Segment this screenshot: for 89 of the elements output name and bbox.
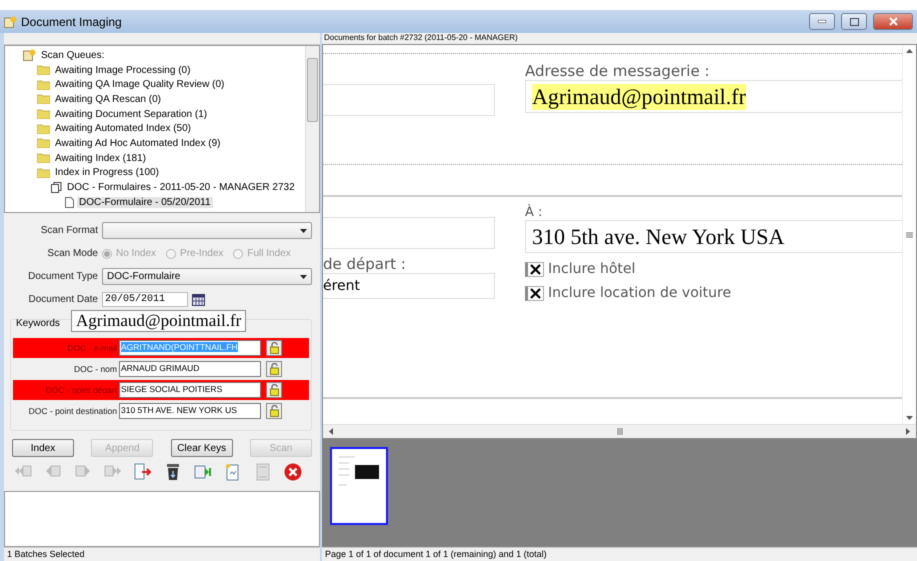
folder-icon (37, 80, 50, 90)
scan-format-dropdown[interactable] (102, 222, 312, 239)
minimize-button[interactable] (809, 13, 835, 30)
radio-label: Pre-Index (180, 248, 224, 259)
date-field[interactable]: 20/05/2011 (102, 292, 188, 307)
radio-label: No Index (116, 248, 156, 259)
checkbox-label: Inclure location de voiture (548, 285, 732, 301)
lock-button[interactable] (266, 403, 282, 419)
tree-item[interactable]: Awaiting Index (181) (53, 152, 148, 164)
folder-icon (37, 168, 50, 178)
tree-item[interactable]: Scan Queues: (39, 50, 106, 61)
append-document-icon[interactable] (194, 463, 212, 481)
folder-icon (37, 65, 50, 76)
folder-icon (37, 109, 50, 120)
padlock-icon (270, 363, 278, 375)
close-button[interactable] (873, 13, 913, 30)
action-button[interactable]: Clear Keys (170, 439, 233, 457)
move-page-icon[interactable] (134, 463, 152, 481)
padlock-icon (270, 342, 278, 354)
keyword-label: DOC - point départ (44, 385, 117, 395)
keyword-field[interactable]: SIEGE SOCIAL POITIERS (119, 382, 261, 398)
grip-icon (616, 428, 622, 435)
tree-item[interactable]: Awaiting Document Separation (1) (53, 108, 210, 120)
radio-button[interactable] (102, 248, 112, 258)
tree-item[interactable]: DOC - Formulaires - 2011-05-20 - MANAGER 2732 (65, 182, 297, 194)
address-field: 310 5th ave. New York USA (525, 220, 902, 253)
folder-icon (37, 153, 50, 164)
lock-button[interactable] (266, 382, 282, 398)
group-title: Keywords (16, 318, 60, 329)
radio-button[interactable] (166, 248, 176, 258)
status-text: Page 1 of 1 of document 1 of 1 (remaining) and 1 (total) (322, 547, 917, 561)
scrollbar[interactable] (902, 45, 916, 424)
scrollbar[interactable] (323, 424, 916, 438)
keyword-field[interactable]: ARNAUD GRIMAUD (119, 361, 261, 377)
document-icon (65, 196, 74, 208)
calendar-icon[interactable] (192, 294, 205, 306)
keyword-label: DOC - e-mail (66, 343, 117, 353)
grip-icon (906, 232, 913, 238)
form-caption: Adresse de messagerie : (525, 62, 711, 80)
tree-item[interactable]: Awaiting Automated Index (50) (53, 123, 194, 134)
checkbox-label: Inclure hôtel (548, 261, 636, 277)
folder-icon (37, 94, 50, 104)
panel-header: Documents for batch #2732 (2011-05-20 - MANAGER) (323, 33, 519, 44)
close-icon (888, 17, 898, 26)
form-caption: de départ : (323, 255, 407, 273)
down-arrow-icon[interactable] (906, 416, 913, 420)
folder-icon (37, 124, 50, 134)
up-arrow-icon[interactable] (906, 49, 913, 53)
field-label: Scan Mode (46, 248, 98, 259)
padlock-icon (270, 384, 278, 396)
window-title: Document Imaging (21, 14, 123, 28)
caret-icon (300, 274, 307, 278)
left-arrow-icon[interactable] (329, 428, 333, 435)
tree-item[interactable]: Awaiting QA Rescan (0) (53, 94, 163, 105)
tree-item[interactable]: Index in Progress (100) (53, 167, 161, 178)
action-button[interactable]: Index (12, 439, 74, 457)
field-label: Scan Format (40, 225, 98, 236)
padlock-icon (270, 405, 278, 417)
tree-item[interactable]: DOC-Formulaire - 05/20/2011 (77, 196, 213, 208)
maximize-icon (850, 18, 858, 26)
radio-label: Full Index (247, 248, 291, 259)
lock-button[interactable] (266, 361, 282, 377)
trash-icon[interactable] (164, 463, 182, 481)
queue-icon (23, 49, 36, 62)
page-thumbnail[interactable] (330, 447, 388, 525)
tree-item[interactable]: Awaiting Image Processing (0) (53, 64, 192, 76)
document-type-dropdown[interactable]: DOC-Formulaire (102, 268, 312, 285)
form-caption: À : (525, 205, 544, 220)
keyword-label: DOC - point destination (28, 406, 117, 416)
email-field: Agrimaud@pointmail.fr (525, 80, 902, 113)
scrollbar[interactable] (305, 46, 319, 212)
minimize-icon (818, 20, 826, 23)
radio-button[interactable] (233, 248, 244, 258)
close-icon[interactable] (284, 463, 302, 481)
keyword-label: DOC - nom (73, 364, 117, 374)
field-label: Document Date (28, 294, 98, 305)
field-label: Document Type (27, 271, 98, 282)
form-field-fragment: érent (323, 273, 495, 299)
tooltip: Agrimaud@pointmail.fr (71, 310, 246, 332)
caret-icon (300, 228, 307, 232)
tree-item[interactable]: Awaiting QA Image Quality Review (0) (53, 79, 226, 90)
tree-item[interactable]: Awaiting Ad Hoc Automated Index (9) (53, 138, 222, 149)
documents-icon (51, 182, 62, 194)
right-arrow-icon[interactable] (906, 428, 910, 435)
lock-button[interactable] (266, 340, 282, 356)
queue-icon (4, 16, 17, 28)
keyword-field[interactable]: 310 5TH AVE. NEW YORK US (119, 403, 261, 419)
maximize-button[interactable] (841, 13, 867, 30)
folder-icon (37, 138, 50, 148)
